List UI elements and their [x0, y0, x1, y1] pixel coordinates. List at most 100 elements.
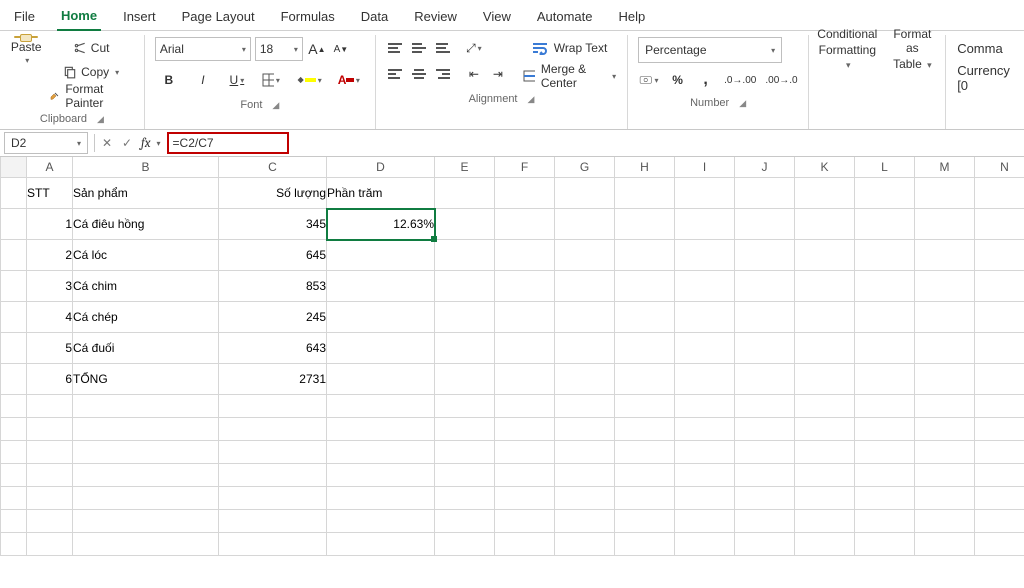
align-middle-button[interactable] [410, 37, 430, 59]
cell[interactable] [73, 395, 219, 418]
cell[interactable] [795, 364, 855, 395]
italic-button[interactable]: I [189, 67, 217, 93]
tab-file[interactable]: File [10, 5, 39, 30]
tab-review[interactable]: Review [410, 5, 461, 30]
cell[interactable] [675, 441, 735, 464]
cell[interactable] [327, 464, 435, 487]
cell[interactable] [495, 395, 555, 418]
cell[interactable] [615, 178, 675, 209]
cell[interactable] [735, 240, 795, 271]
cell[interactable] [495, 240, 555, 271]
cell[interactable] [435, 441, 495, 464]
row-header[interactable] [1, 395, 27, 418]
cell[interactable] [555, 178, 615, 209]
font-name-combo[interactable]: Arial ▾ [155, 37, 251, 61]
col-header[interactable]: M [915, 157, 975, 178]
cell[interactable] [855, 464, 915, 487]
increase-decimal-button[interactable]: .0→.00 [724, 69, 757, 91]
tab-help[interactable]: Help [615, 5, 650, 30]
col-header[interactable]: J [735, 157, 795, 178]
cell[interactable] [675, 487, 735, 510]
cell[interactable]: Số lượng [219, 178, 327, 209]
decrease-indent-button[interactable]: ⇤ [464, 63, 484, 85]
cell[interactable] [855, 240, 915, 271]
cell[interactable] [555, 209, 615, 240]
cell[interactable] [675, 240, 735, 271]
col-header[interactable]: B [73, 157, 219, 178]
cell[interactable] [675, 533, 735, 556]
cell[interactable]: 245 [219, 302, 327, 333]
borders-button[interactable]: ▾ [257, 67, 285, 93]
col-header[interactable]: E [435, 157, 495, 178]
cell[interactable] [615, 302, 675, 333]
cell[interactable] [435, 464, 495, 487]
cell[interactable] [855, 333, 915, 364]
align-left-button[interactable] [386, 63, 406, 85]
cell[interactable]: Sản phẩm [73, 178, 219, 209]
cell[interactable] [675, 464, 735, 487]
comma-format-button[interactable]: , [696, 69, 716, 91]
cell[interactable] [435, 271, 495, 302]
cell[interactable] [73, 533, 219, 556]
number-format-combo[interactable]: Percentage ▾ [638, 37, 782, 63]
currency-style-button[interactable]: Currency [0 [956, 67, 1014, 89]
cell[interactable] [975, 333, 1024, 364]
cell[interactable] [795, 418, 855, 441]
cell[interactable] [915, 418, 975, 441]
cell[interactable] [975, 271, 1024, 302]
cell[interactable] [615, 364, 675, 395]
cell[interactable]: 345 [219, 209, 327, 240]
cell[interactable] [615, 333, 675, 364]
cell[interactable] [855, 178, 915, 209]
row-header[interactable] [1, 178, 27, 209]
cell[interactable] [495, 533, 555, 556]
cell[interactable] [73, 418, 219, 441]
row-header[interactable] [1, 364, 27, 395]
cell[interactable] [795, 178, 855, 209]
cell[interactable] [219, 487, 327, 510]
col-header[interactable]: C [219, 157, 327, 178]
cell[interactable] [975, 533, 1024, 556]
cell[interactable] [435, 533, 495, 556]
cell[interactable] [615, 487, 675, 510]
bold-button[interactable]: B [155, 67, 183, 93]
col-header[interactable]: L [855, 157, 915, 178]
row-header[interactable] [1, 441, 27, 464]
align-bottom-button[interactable] [434, 37, 454, 59]
cell[interactable] [495, 510, 555, 533]
cell[interactable]: 5 [27, 333, 73, 364]
cell[interactable]: 2 [27, 240, 73, 271]
cell[interactable] [435, 487, 495, 510]
cell[interactable] [555, 441, 615, 464]
cell[interactable] [975, 209, 1024, 240]
cell[interactable] [615, 240, 675, 271]
cell[interactable] [735, 464, 795, 487]
cell[interactable] [615, 533, 675, 556]
cell[interactable]: 853 [219, 271, 327, 302]
cell[interactable] [435, 418, 495, 441]
cell[interactable] [435, 302, 495, 333]
cell[interactable] [495, 178, 555, 209]
cell[interactable] [495, 441, 555, 464]
row-header[interactable] [1, 302, 27, 333]
cell[interactable] [615, 209, 675, 240]
align-top-button[interactable] [386, 37, 406, 59]
cell[interactable] [915, 510, 975, 533]
cell[interactable] [675, 178, 735, 209]
cell[interactable] [219, 441, 327, 464]
cell[interactable]: Phần trăm [327, 178, 435, 209]
cell[interactable] [435, 395, 495, 418]
cell[interactable] [735, 364, 795, 395]
cell[interactable] [795, 302, 855, 333]
name-box[interactable]: D2 ▾ [4, 132, 88, 154]
cell[interactable] [795, 533, 855, 556]
select-all-corner[interactable] [1, 157, 27, 178]
accounting-format-button[interactable]: ▾ [638, 69, 659, 91]
row-header[interactable] [1, 464, 27, 487]
cell[interactable] [915, 395, 975, 418]
cell[interactable] [735, 209, 795, 240]
enter-formula-button[interactable]: ✓ [117, 136, 137, 150]
cell[interactable] [795, 271, 855, 302]
cell[interactable] [73, 487, 219, 510]
cell[interactable] [915, 178, 975, 209]
